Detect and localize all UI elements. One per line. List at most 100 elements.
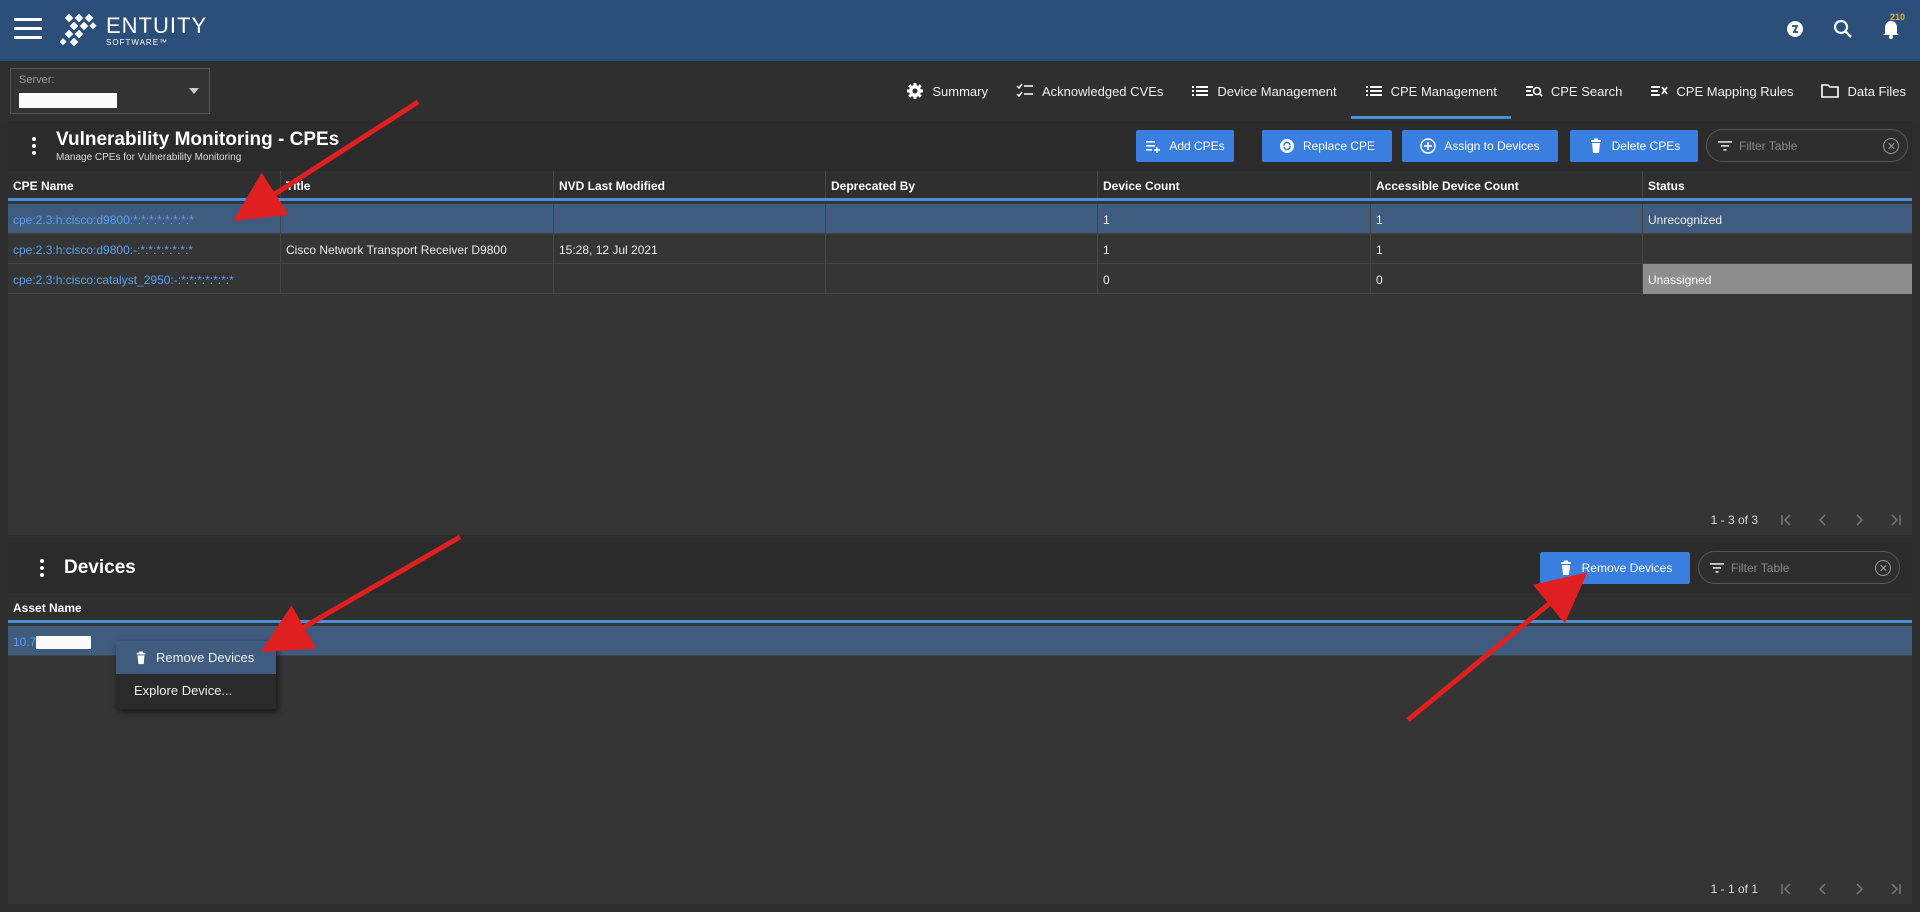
- assign-label: Assign to Devices: [1444, 139, 1540, 153]
- module-tabs: Summary Acknowledged CVEs Device Managem…: [892, 61, 1920, 121]
- delete-cpes-button[interactable]: Delete CPEs: [1570, 130, 1698, 162]
- kebab-menu-icon[interactable]: [40, 559, 44, 580]
- cpe-name-link[interactable]: cpe:2.3:h:cisco:d9800:*:*:*:*:*:*:*:*: [8, 204, 281, 234]
- column-header[interactable]: NVD Last Modified: [554, 171, 826, 198]
- folder-icon: [1821, 84, 1840, 98]
- table-row[interactable]: 10.7: [8, 626, 1912, 656]
- cpe-panel: Vulnerability Monitoring - CPEs Manage C…: [8, 121, 1912, 535]
- previous-page-icon[interactable]: [1816, 513, 1830, 527]
- logo-text: ENTUITY: [106, 13, 208, 38]
- cpe-table-body: cpe:2.3:h:cisco:d9800:*:*:*:*:*:*:*:* 1 …: [8, 204, 1912, 294]
- tab-summary[interactable]: Summary: [892, 61, 1002, 121]
- kebab-menu-icon[interactable]: [32, 137, 36, 158]
- devices-table-body: 10.7: [8, 626, 1912, 656]
- tab-label: Device Management: [1217, 83, 1337, 99]
- table-cell: 0: [1371, 264, 1643, 294]
- clear-filter-icon[interactable]: [1883, 138, 1899, 154]
- previous-page-icon[interactable]: [1816, 882, 1830, 896]
- column-header[interactable]: Accessible Device Count: [1371, 171, 1643, 198]
- remove-devices-button[interactable]: Remove Devices: [1540, 552, 1690, 584]
- entuity-logo[interactable]: ENTUITY SOFTWARE™: [60, 13, 207, 49]
- table-cell: [554, 204, 826, 234]
- status-cell: Unrecognized: [1648, 213, 1723, 227]
- cpe-name-link[interactable]: cpe:2.3:h:cisco:catalyst_2950:-:*:*:*:*:…: [8, 264, 281, 294]
- devices-table-header: Asset Name: [8, 593, 1912, 623]
- row-context-menu: Remove Devices Explore Device...: [116, 641, 276, 709]
- column-header[interactable]: Status: [1643, 171, 1912, 198]
- next-page-icon[interactable]: [1852, 513, 1866, 527]
- table-cell: [281, 204, 554, 234]
- app-root: ENTUITY SOFTWARE™ 210 Server: Summary Ac…: [0, 0, 1920, 912]
- tab-device-management[interactable]: Device Management: [1177, 61, 1350, 121]
- column-header[interactable]: CPE Name: [8, 171, 281, 198]
- column-header[interactable]: Deprecated By: [826, 171, 1098, 198]
- devices-title: Devices: [64, 557, 136, 578]
- header-actions: 210: [1784, 12, 1905, 40]
- context-remove-label: Remove Devices: [156, 650, 255, 665]
- table-row[interactable]: cpe:2.3:h:cisco:catalyst_2950:-:*:*:*:*:…: [8, 264, 1912, 294]
- cpe-filter-input[interactable]: [1739, 138, 1889, 153]
- tab-cpe-mapping-rules[interactable]: CPE Mapping Rules: [1636, 61, 1807, 121]
- tenant-icon[interactable]: [1784, 18, 1806, 40]
- devices-filter-input[interactable]: [1731, 560, 1881, 575]
- last-page-icon[interactable]: [1888, 513, 1902, 527]
- column-header[interactable]: Device Count: [1098, 171, 1371, 198]
- trash-icon: [1560, 560, 1571, 575]
- replace-cpe-button[interactable]: Replace CPE: [1262, 130, 1392, 162]
- clear-filter-icon[interactable]: [1875, 560, 1891, 576]
- notifications-bell-icon[interactable]: 210: [1880, 12, 1905, 40]
- last-page-icon[interactable]: [1888, 882, 1902, 896]
- list-icon: [1365, 86, 1382, 96]
- add-circle-icon: [1420, 138, 1437, 154]
- table-cell: Cisco Network Transport Receiver D9800: [281, 234, 554, 264]
- first-page-icon[interactable]: [1780, 882, 1794, 896]
- table-cell: 0: [1098, 264, 1371, 294]
- asset-name-redacted: [36, 636, 92, 650]
- checklist-icon: [1016, 83, 1033, 98]
- table-cell: [826, 234, 1098, 264]
- next-page-icon[interactable]: [1852, 882, 1866, 896]
- table-cell: 1: [1098, 234, 1371, 264]
- table-row[interactable]: cpe:2.3:h:cisco:d9800:-:*:*:*:*:*:*:* Ci…: [8, 234, 1912, 264]
- table-row[interactable]: cpe:2.3:h:cisco:d9800:*:*:*:*:*:*:*:* 1 …: [8, 204, 1912, 234]
- first-page-icon[interactable]: [1780, 513, 1794, 527]
- table-cell: [826, 264, 1098, 294]
- table-cell: [554, 264, 826, 294]
- tab-label: Summary: [932, 83, 988, 99]
- list-icon: [1192, 86, 1209, 96]
- tab-data-files[interactable]: Data Files: [1807, 61, 1920, 121]
- page-title: Vulnerability Monitoring - CPEs: [56, 129, 340, 150]
- context-explore-device[interactable]: Explore Device...: [116, 674, 276, 707]
- menu-icon[interactable]: [14, 18, 42, 40]
- server-and-tabs-bar: Server: Summary Acknowledged CVEs Device…: [0, 61, 1920, 121]
- table-cell: 1: [1371, 204, 1643, 234]
- top-header: ENTUITY SOFTWARE™ 210: [0, 0, 1920, 61]
- trash-icon: [136, 650, 146, 664]
- tab-cpe-search[interactable]: CPE Search: [1511, 61, 1637, 121]
- cpe-table-header: CPE Name Title NVD Last Modified Depreca…: [8, 171, 1912, 201]
- tab-cpe-management[interactable]: CPE Management: [1350, 61, 1512, 121]
- tab-label: CPE Mapping Rules: [1676, 83, 1794, 99]
- entuity-logo-icon: [60, 13, 97, 47]
- table-cell: 1: [1098, 204, 1371, 234]
- add-cpes-button[interactable]: Add CPEs: [1136, 130, 1234, 162]
- filter-icon: [1710, 562, 1724, 573]
- pager-range: 1 - 1 of 1: [1710, 882, 1758, 896]
- server-select[interactable]: Server:: [10, 68, 210, 114]
- gear-icon: [907, 83, 924, 99]
- devices-panel-header: Devices Remove Devices: [8, 543, 1912, 593]
- pager-range: 1 - 3 of 3: [1710, 513, 1758, 527]
- chevron-down-icon: [189, 88, 199, 94]
- asset-name-link[interactable]: 10.7: [8, 626, 1912, 656]
- devices-panel: Devices Remove Devices Asset Name 10.7 1…: [8, 543, 1912, 904]
- context-remove-devices[interactable]: Remove Devices: [116, 641, 276, 674]
- tab-label: CPE Search: [1550, 83, 1623, 99]
- search-icon[interactable]: [1832, 18, 1854, 40]
- assign-to-devices-button[interactable]: Assign to Devices: [1402, 130, 1558, 162]
- cpe-name-link[interactable]: cpe:2.3:h:cisco:d9800:-:*:*:*:*:*:*:*: [8, 234, 281, 264]
- page-subtitle: Manage CPEs for Vulnerability Monitoring: [56, 152, 242, 163]
- column-header[interactable]: Title: [281, 171, 554, 198]
- column-header[interactable]: Asset Name: [8, 593, 1912, 620]
- tab-acknowledged-cves[interactable]: Acknowledged CVEs: [1002, 61, 1177, 121]
- status-cell: [1643, 234, 1912, 264]
